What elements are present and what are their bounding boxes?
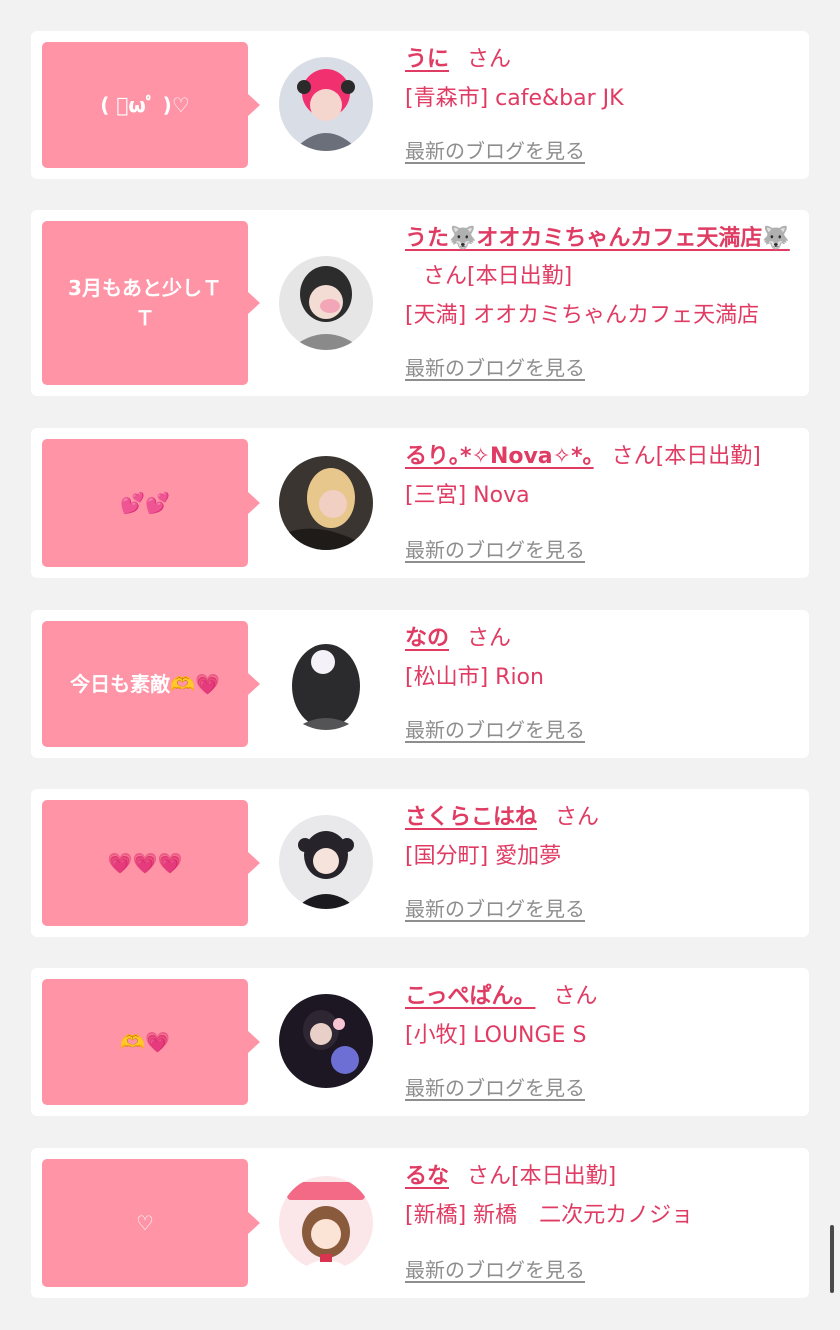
working-today-badge: [本日出勤] (655, 444, 761, 469)
message-bubble: ♡ (42, 1159, 260, 1287)
message-bubble: 💗💗💗 (42, 800, 260, 926)
girl-photo-icon[interactable] (279, 636, 373, 730)
message-text: ♡ (136, 1211, 154, 1235)
post-info: さくらこはね さん [国分町] 愛加夢 (405, 799, 801, 877)
cast-name-link[interactable]: るな (405, 1164, 449, 1189)
post-info: うた🐺オオカミちゃんカフェ天満店🐺 さん[本日出勤] [天満] オオカミちゃんカフ… (405, 220, 801, 336)
name-line: こっぺぱん。 さん (405, 978, 801, 1016)
post-info: るな さん[本日出勤] [新橋] 新橋 二次元カノジョ (405, 1158, 801, 1236)
cast-name-link[interactable]: るり｡*✧Nova✧*｡ (405, 444, 594, 469)
scrollbar[interactable] (830, 1225, 834, 1293)
shop-info: [小牧] LOUNGE S (405, 1023, 587, 1048)
shop-info: [松山市] Rion (405, 665, 544, 690)
blog-post-card[interactable]: ♡ るな さん[本日出勤] [新橋] 新橋 二次元カノジョ 最新のブログを見る (31, 1148, 809, 1298)
message-text: 今日も素敵🫶💗 (70, 672, 220, 696)
message-bubble: 🫶💗 (42, 979, 260, 1105)
latest-blog-link[interactable]: 最新のブログを見る (405, 135, 585, 164)
latest-blog-link[interactable]: 最新のブログを見る (405, 1254, 585, 1283)
cast-name-link[interactable]: うに (405, 47, 449, 72)
honorific: さん (467, 1164, 512, 1189)
honorific: さん (423, 264, 468, 289)
name-line: るり｡*✧Nova✧*｡ さん[本日出勤] (405, 438, 801, 476)
honorific: さん (611, 444, 656, 469)
message-text: ( ﾟωﾟ )♡ (100, 93, 190, 117)
cast-name-link[interactable]: こっぺぱん。 (405, 984, 535, 1009)
cast-name-link[interactable]: なの (405, 626, 449, 651)
latest-blog-link[interactable]: 最新のブログを見る (405, 714, 585, 743)
message-text: 💗💗💗 (107, 851, 183, 875)
blog-post-card[interactable]: 3月もあと少しＴ Ｔ うた🐺オオカミちゃんカフェ天満店🐺 さん[本日出勤] [天満… (31, 210, 809, 396)
shop-info: [青森市] cafe&bar JK (405, 86, 624, 111)
honorific: さん (555, 805, 600, 830)
name-line: うた🐺オオカミちゃんカフェ天満店🐺 さん[本日出勤] (405, 220, 801, 296)
latest-blog-link[interactable]: 最新のブログを見る (405, 352, 585, 381)
blog-post-card[interactable]: ( ﾟωﾟ )♡ うに さん [青森市] cafe&bar JK 最新のブログを見… (31, 31, 809, 179)
post-info: なの さん [松山市] Rion (405, 620, 801, 698)
girl-photo-icon[interactable] (279, 815, 373, 909)
blog-post-card[interactable]: 💗💗💗 さくらこはね さん [国分町] 愛加夢 最新のブログを見る (31, 789, 809, 937)
post-info: るり｡*✧Nova✧*｡ さん[本日出勤] [三宮] Nova (405, 438, 801, 516)
working-today-badge: [本日出勤] (467, 264, 573, 289)
message-bubble: 3月もあと少しＴ Ｔ (42, 221, 260, 385)
cast-name-link[interactable]: さくらこはね (405, 805, 537, 830)
name-line: なの さん (405, 620, 801, 658)
name-line: るな さん[本日出勤] (405, 1158, 801, 1196)
message-text: 🫶💗 (120, 1030, 170, 1054)
shop-info: [天満] オオカミちゃんカフェ天満店 (405, 303, 760, 328)
shop-info: [国分町] 愛加夢 (405, 844, 562, 869)
blog-post-card[interactable]: 今日も素敵🫶💗 なの さん [松山市] Rion 最新のブログを見る (31, 610, 809, 758)
post-info: こっぺぱん。 さん [小牧] LOUNGE S (405, 978, 801, 1056)
girl-photo-icon[interactable] (279, 456, 373, 550)
message-bubble: ( ﾟωﾟ )♡ (42, 42, 260, 168)
message-bubble: 今日も素敵🫶💗 (42, 621, 260, 747)
shop-info: [三宮] Nova (405, 483, 530, 508)
name-line: うに さん (405, 41, 801, 79)
girl-photo-icon[interactable] (279, 994, 373, 1088)
latest-blog-link[interactable]: 最新のブログを見る (405, 893, 585, 922)
latest-blog-link[interactable]: 最新のブログを見る (405, 1072, 585, 1101)
latest-blog-link[interactable]: 最新のブログを見る (405, 534, 585, 563)
message-bubble: 💕💕 (42, 439, 260, 567)
girl-photo-icon[interactable] (279, 57, 373, 151)
name-line: さくらこはね さん (405, 799, 801, 837)
working-today-badge: [本日出勤] (511, 1164, 617, 1189)
honorific: さん (553, 984, 598, 1009)
blog-post-card[interactable]: 💕💕 るり｡*✧Nova✧*｡ さん[本日出勤] [三宮] Nova 最新のブログ… (31, 428, 809, 578)
honorific: さん (467, 47, 512, 72)
message-text: 3月もあと少しＴ Ｔ (68, 276, 222, 330)
message-text: 💕💕 (120, 491, 170, 515)
anime-girl-illustration-icon[interactable] (279, 1176, 373, 1270)
cast-name-link[interactable]: うた🐺オオカミちゃんカフェ天満店🐺 (405, 226, 790, 251)
post-info: うに さん [青森市] cafe&bar JK (405, 41, 801, 119)
honorific: さん (467, 626, 512, 651)
blog-post-card[interactable]: 🫶💗 こっぺぱん。 さん [小牧] LOUNGE S 最新のブログを見る (31, 968, 809, 1116)
girl-photo-icon[interactable] (279, 256, 373, 350)
shop-info: [新橋] 新橋 二次元カノジョ (405, 1203, 694, 1228)
